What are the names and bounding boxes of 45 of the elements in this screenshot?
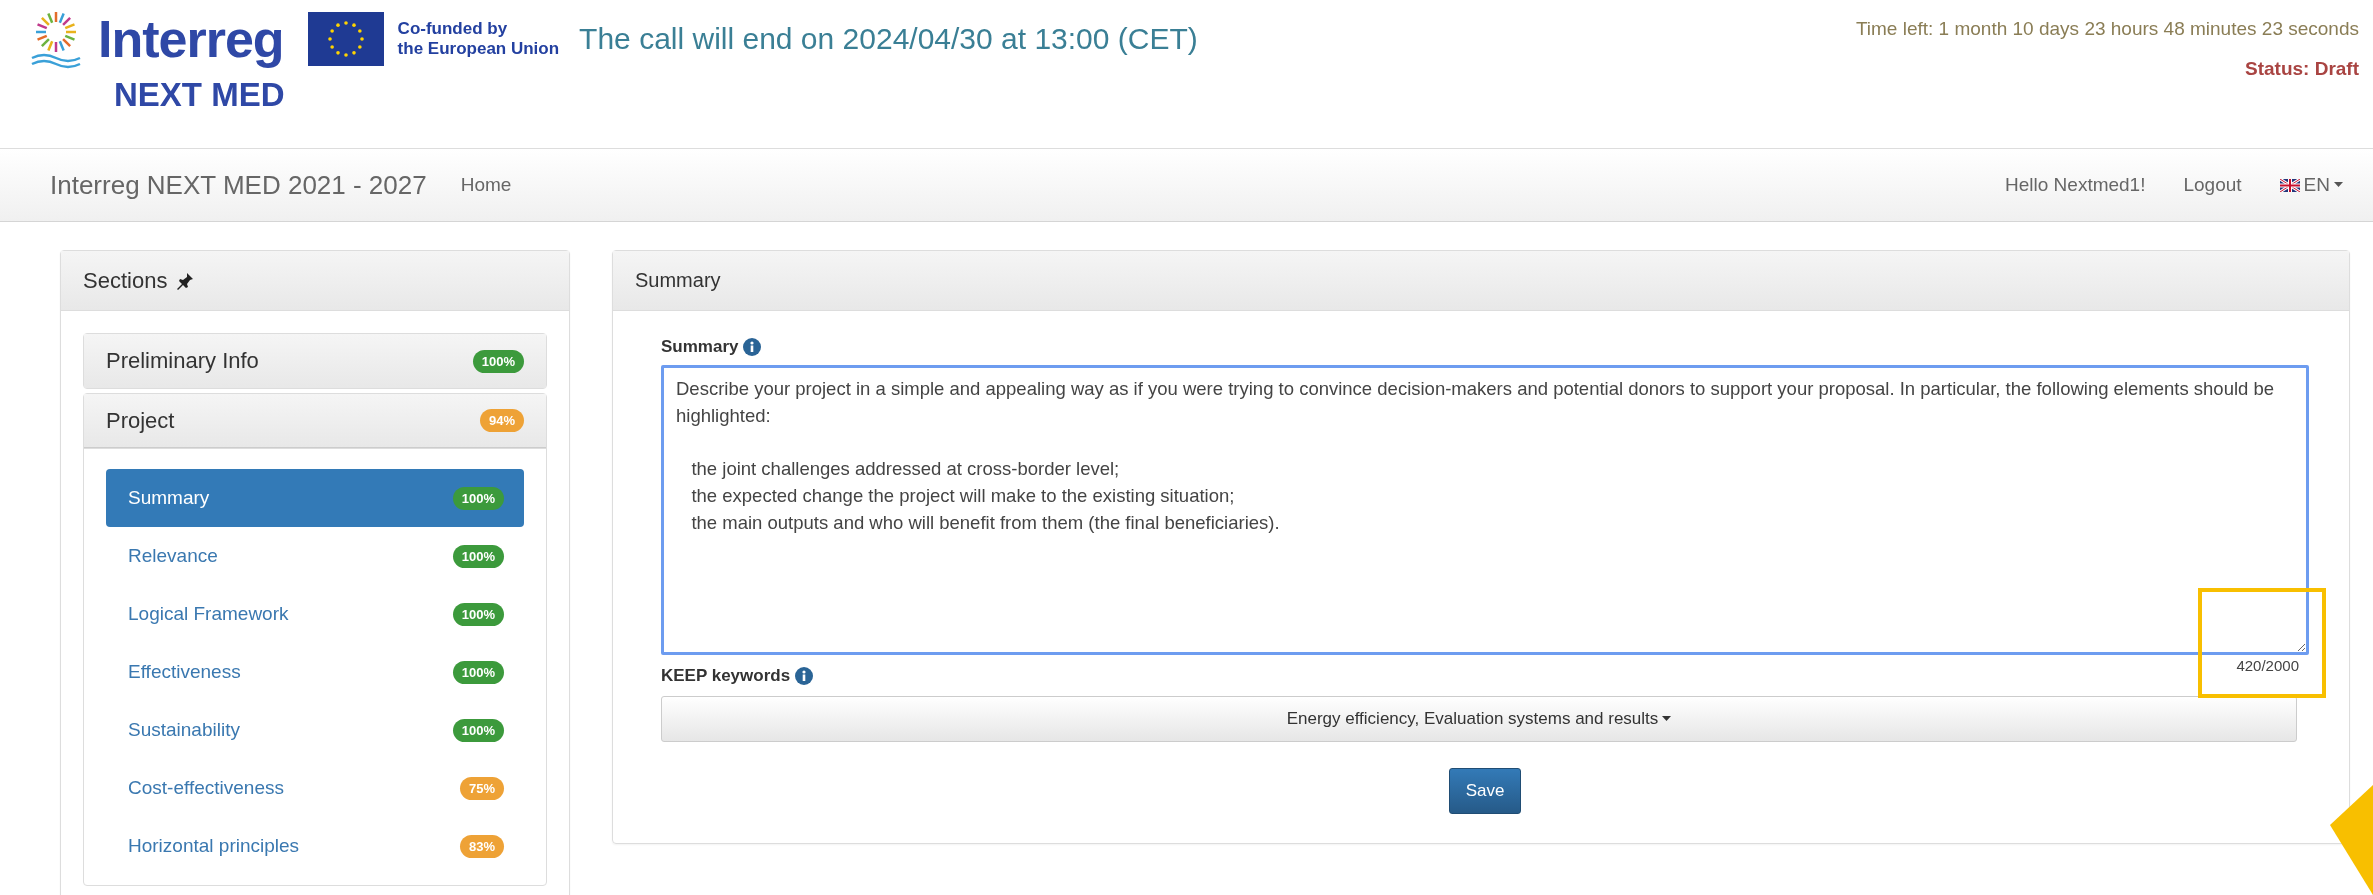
greeting-link[interactable]: Hello Nextmed1! — [2005, 174, 2146, 196]
logo-subtitle: NEXT MED — [114, 76, 286, 114]
section-item[interactable]: Summary 100% — [106, 469, 524, 527]
progress-badge: 100% — [452, 718, 504, 742]
progress-badge: 100% — [452, 602, 504, 626]
nav-link[interactable]: Home — [460, 174, 512, 196]
progress-badge: 100% — [452, 544, 504, 568]
progress-badge: 100% — [472, 349, 524, 373]
pin-icon — [175, 270, 196, 291]
status-label: Status: Draft — [2245, 58, 2359, 80]
section-item[interactable]: Relevance 100% — [106, 527, 524, 585]
eu-label: the European Union — [397, 39, 560, 59]
summary-field[interactable]: Describe your project in a simple and appealing way as if you were trying to convince decision-makers and potential donors to support your proposal. In particular, the following elements should be highlighted: the joint challenges addressed at cross-border level; the expected change the project will make to the existing situation; the main outputs and who will benefit from them (the final beneficiaries). — [661, 365, 2309, 655]
uk-flag-icon — [2279, 178, 2300, 192]
keywords-dropdown[interactable]: Energy efficiency, Evaluation systems and results — [661, 696, 2297, 742]
caret-icon — [2334, 182, 2343, 188]
navbar-brand[interactable]: Interreg NEXT MED 2021 - 2027 — [50, 169, 427, 201]
panel-title: Summary — [635, 269, 721, 292]
progress-badge: 100% — [452, 486, 504, 510]
character-counter: 420/2000 — [2236, 657, 2299, 674]
progress-badge: 94% — [479, 409, 524, 432]
info-icon — [743, 338, 762, 356]
language-dropdown[interactable]: EN — [2279, 174, 2343, 196]
time-left: Time left: 1 month 10 days 23 hours 48 minutes 23 seconds — [1855, 18, 2359, 40]
call-end-notice: The call will end on 2024/04/30 at 13:00 (CET) — [579, 22, 1198, 56]
progress-badge: 100% — [452, 660, 504, 684]
info-icon — [795, 667, 814, 685]
section-header[interactable]: Preliminary Info 100% — [84, 334, 546, 388]
caret-icon — [1662, 716, 1672, 722]
section-item[interactable]: Effectiveness 100% — [106, 643, 524, 701]
progress-badge: 75% — [459, 776, 504, 800]
section-item[interactable]: Cost-effectiveness 75% — [106, 759, 524, 817]
eu-label: Co-funded by — [397, 19, 509, 39]
field-label: Summary — [661, 337, 739, 357]
save-button[interactable]: Save — [1448, 768, 1522, 814]
logo-title: Interreg — [98, 9, 284, 69]
progress-badge: 83% — [459, 834, 504, 858]
section-item[interactable]: Horizontal principles 83% — [106, 817, 524, 875]
panel-title: Sections — [83, 267, 168, 294]
logout-link[interactable]: Logout — [2183, 174, 2242, 196]
field-label: KEEP keywords — [661, 666, 791, 686]
section-item[interactable]: Logical Framework 100% — [106, 585, 524, 643]
section-header[interactable]: Project 94% — [84, 394, 546, 448]
section-item[interactable]: Sustainability 100% — [106, 701, 524, 759]
eu-flag-icon — [307, 12, 384, 66]
